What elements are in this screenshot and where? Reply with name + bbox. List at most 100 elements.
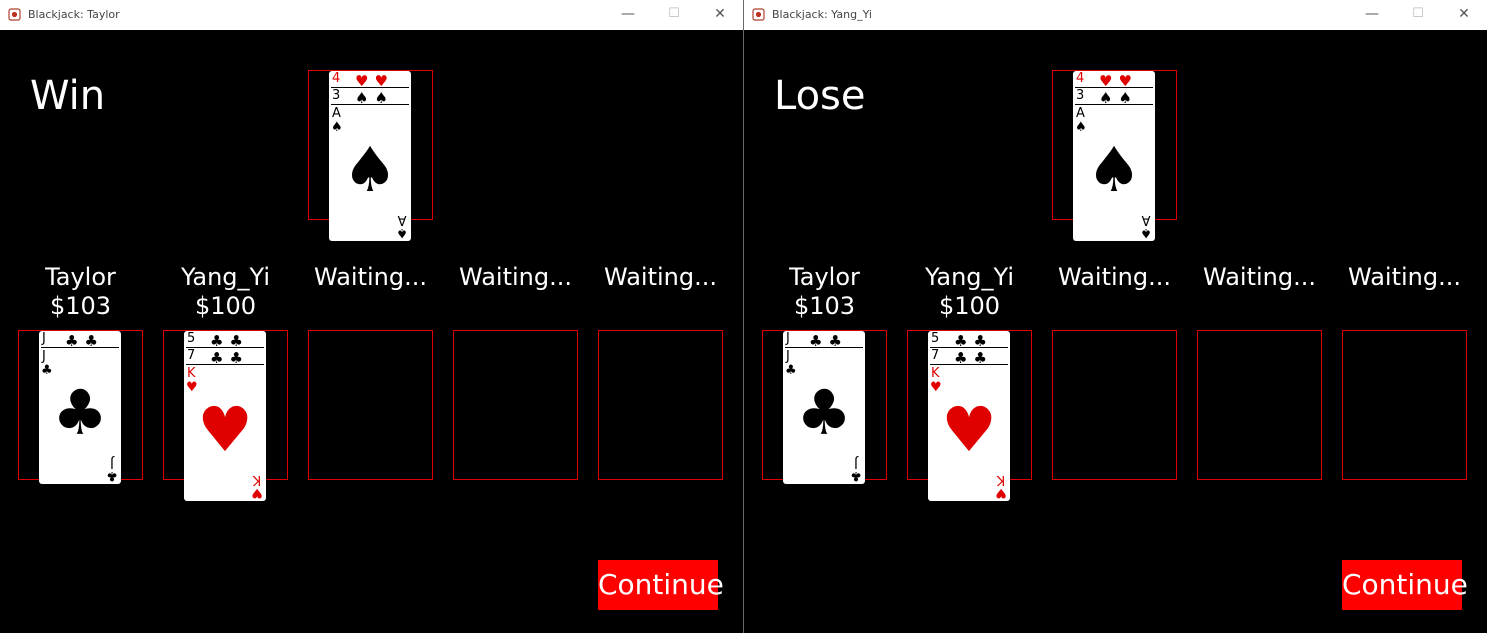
title-bar[interactable]: Blackjack: Taylor — ☐ ✕ <box>0 0 743 30</box>
playing-card-stack: 5 ♣♣ 7 ♣♣ K ♥ ♥ ♥ K <box>184 331 266 501</box>
minimize-icon: — <box>621 6 635 22</box>
card-rank: J <box>42 349 46 364</box>
suit-large-icon: ♠ <box>1086 133 1142 206</box>
card-strip: J ♣♣ <box>41 331 119 349</box>
player-money: $100 <box>194 292 257 320</box>
suit-large-icon: ♠ <box>342 133 398 206</box>
card-corner: ♣ J <box>850 455 862 483</box>
round-result: Win <box>30 73 106 119</box>
player-name: Waiting... <box>314 263 427 291</box>
table-area: Lose 4 ♥♥ 3 ♠♠ A ♠ ♠ ♠ A Taylor $103 J ♣♣ J ♣ ♣ ♣ J Yan… <box>744 30 1487 633</box>
game-window-taylor: Blackjack: Taylor — ☐ ✕ Win 4 ♥♥ 3 ♠♠ A ♠ ♠ ♠ A… <box>0 0 743 633</box>
card-rank: J <box>786 331 790 346</box>
player-name: Yang_Yi <box>181 263 270 291</box>
card-corner: ♥ K <box>995 472 1007 500</box>
suit-icon: ♥ <box>930 380 942 395</box>
player-name: Waiting... <box>1203 263 1316 291</box>
maximize-icon: ☐ <box>668 6 680 21</box>
card-rank: J <box>786 349 790 364</box>
player-card-slot <box>1052 330 1177 480</box>
player-name: Waiting... <box>459 263 572 291</box>
player-card-slot <box>453 330 578 480</box>
maximize-button[interactable]: ☐ <box>651 0 697 30</box>
playing-card-stack: J ♣♣ J ♣ ♣ ♣ J <box>39 331 121 484</box>
card-rank: A <box>1076 106 1085 121</box>
minimize-button[interactable]: — <box>1349 0 1395 30</box>
suit-icon: ♠ <box>1075 120 1087 135</box>
card-rank: 3 <box>332 88 341 103</box>
card-rank: 3 <box>1076 88 1085 103</box>
card-strip: 3 ♠♠ <box>331 88 409 107</box>
suit-pips-icon: ♣♣ <box>210 332 249 350</box>
playing-card-stack: 4 ♥♥ 3 ♠♠ A ♠ ♠ ♠ A <box>1073 71 1155 241</box>
minimize-button[interactable]: — <box>605 0 651 30</box>
player-card-slot <box>598 330 723 480</box>
window-title: Blackjack: Yang_Yi <box>772 8 872 21</box>
card-rank: K <box>931 366 940 381</box>
card-strip: 4 ♥♥ <box>1075 71 1153 90</box>
suit-icon: ♠ <box>331 120 343 135</box>
card-rank: 5 <box>931 331 940 346</box>
continue-button[interactable]: Continue <box>1342 560 1468 610</box>
maximize-icon: ☐ <box>1412 6 1424 21</box>
player-name: Waiting... <box>1348 263 1461 291</box>
table-area: Win 4 ♥♥ 3 ♠♠ A ♠ ♠ ♠ A Taylor $103 J ♣♣ J ♣ ♣ ♣ J Yang… <box>0 30 743 633</box>
close-button[interactable]: ✕ <box>1441 0 1487 30</box>
card-rank: 7 <box>931 348 940 363</box>
app-icon <box>8 8 21 21</box>
player-money: $103 <box>49 292 112 320</box>
suit-pips-icon: ♥♥ <box>355 72 394 90</box>
suit-large-icon: ♣ <box>52 376 108 449</box>
player-card-slot <box>1197 330 1322 480</box>
player-name: Taylor <box>789 263 860 291</box>
card-strip: 4 ♥♥ <box>331 71 409 90</box>
card-rank: J <box>42 331 46 346</box>
suit-icon: ♥ <box>186 380 198 395</box>
card-rank: K <box>187 366 196 381</box>
suit-large-icon: ♣ <box>796 376 852 449</box>
card-face: A ♠ ♠ ♠ A <box>329 105 411 241</box>
suit-pips-icon: ♣♣ <box>210 349 249 367</box>
suit-pips-icon: ♥♥ <box>1099 72 1138 90</box>
suit-icon: ♣ <box>785 363 797 378</box>
suit-pips-icon: ♠♠ <box>1099 89 1138 107</box>
card-corner: ♣ J <box>106 455 118 483</box>
playing-card-stack: 5 ♣♣ 7 ♣♣ K ♥ ♥ ♥ K <box>928 331 1010 501</box>
playing-card-stack: J ♣♣ J ♣ ♣ ♣ J <box>783 331 865 484</box>
continue-button[interactable]: Continue <box>598 560 724 610</box>
maximize-button[interactable]: ☐ <box>1395 0 1441 30</box>
player-name: Waiting... <box>604 263 717 291</box>
card-corner: ♠ A <box>1140 212 1152 240</box>
card-strip: 5 ♣♣ <box>930 331 1008 349</box>
suit-pips-icon: ♠♠ <box>355 89 394 107</box>
card-face: K ♥ ♥ ♥ K <box>184 365 266 501</box>
card-strip: J ♣♣ <box>785 331 863 350</box>
card-face: J ♣ ♣ ♣ J <box>39 348 121 484</box>
title-bar[interactable]: Blackjack: Yang_Yi — ☐ ✕ <box>744 0 1487 30</box>
card-strip: 5 ♣♣ <box>186 331 264 350</box>
card-rank: 5 <box>187 331 196 346</box>
window-title: Blackjack: Taylor <box>28 8 120 21</box>
suit-large-icon: ♥ <box>197 393 253 466</box>
player-money: $103 <box>793 292 856 320</box>
player-name: Taylor <box>45 263 116 291</box>
card-strip: 3 ♠♠ <box>1075 88 1153 107</box>
suit-pips-icon: ♣♣ <box>954 349 993 367</box>
suit-pips-icon: ♣♣ <box>809 332 848 350</box>
card-strip: 7 ♣♣ <box>930 348 1008 367</box>
player-money: $100 <box>938 292 1001 320</box>
card-face: J ♣ ♣ ♣ J <box>783 348 865 484</box>
minimize-icon: — <box>1365 6 1379 22</box>
card-face: K ♥ ♥ ♥ K <box>928 365 1010 501</box>
close-icon: ✕ <box>1458 6 1470 22</box>
close-button[interactable]: ✕ <box>697 0 743 30</box>
card-rank: A <box>332 106 341 121</box>
card-rank: 4 <box>1076 71 1085 86</box>
player-name: Waiting... <box>1058 263 1171 291</box>
card-rank: 4 <box>332 71 341 86</box>
app-icon <box>752 8 765 21</box>
card-face: A ♠ ♠ ♠ A <box>1073 105 1155 241</box>
card-corner: ♥ K <box>251 472 263 500</box>
card-strip: 7 ♣♣ <box>186 348 264 367</box>
game-window-yang-yi: Blackjack: Yang_Yi — ☐ ✕ Lose 4 ♥♥ 3 ♠♠ A ♠ ♠ ♠… <box>744 0 1487 633</box>
